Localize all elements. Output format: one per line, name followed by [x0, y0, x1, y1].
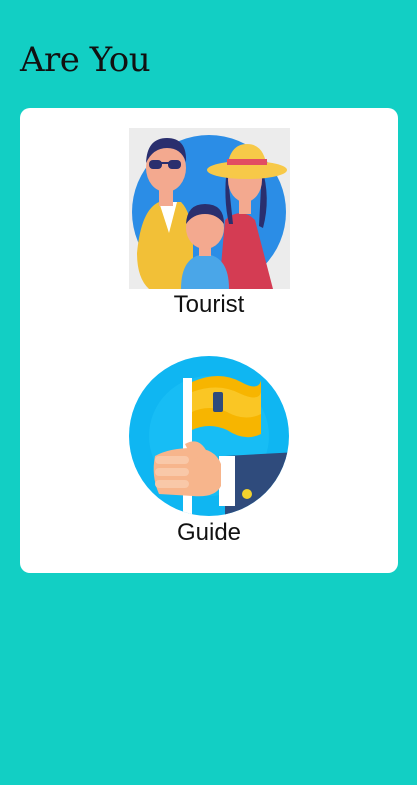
tourist-label: Tourist	[173, 291, 245, 318]
role-selection-card: Tourist Guide	[20, 108, 398, 573]
guide-option[interactable]: Guide	[20, 356, 398, 547]
tourist-option[interactable]: Tourist	[20, 128, 398, 319]
page-title: Are You	[20, 40, 151, 80]
guide-label: Guide	[176, 519, 242, 546]
guide-flag-icon	[20, 356, 398, 517]
tourist-family-icon	[20, 128, 398, 289]
